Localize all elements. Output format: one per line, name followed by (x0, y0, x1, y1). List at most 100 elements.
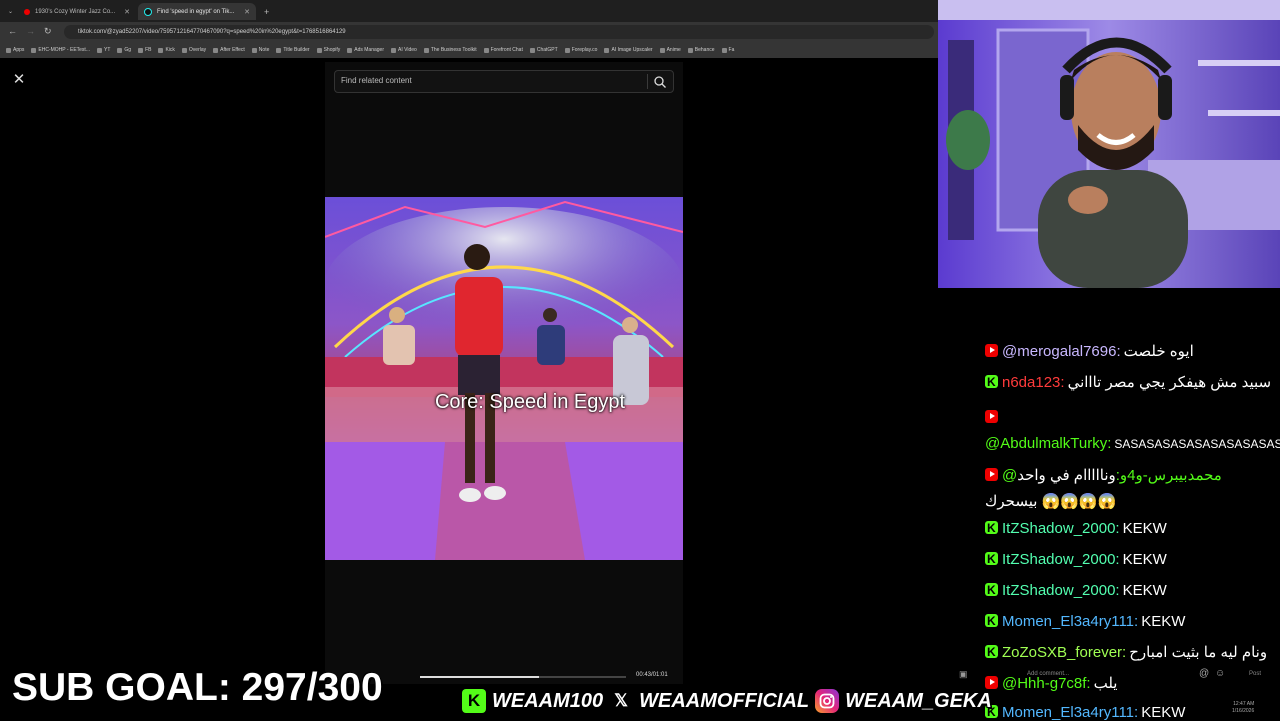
bookmark-item[interactable]: YT (97, 47, 110, 53)
taskbar-time: 12:47 AM (1233, 701, 1255, 707)
bookmark-label: Title Builder (283, 47, 310, 53)
mention-icon[interactable]: @ (1199, 668, 1209, 679)
bookmark-favicon-icon (347, 47, 353, 53)
bookmark-item[interactable]: AI Video (391, 47, 417, 53)
bookmark-label: Ads Manager (354, 47, 385, 53)
video-timecode: 00:43/01:01 (636, 672, 668, 678)
tab-list-button[interactable]: ⌄ (2, 3, 16, 20)
x-icon: 𝕏 (609, 689, 634, 713)
chat-username: ItZShadow_2000: (1002, 582, 1120, 599)
bookmark-item[interactable]: Gg (117, 47, 131, 53)
bookmark-item[interactable]: FB (138, 47, 151, 53)
bookmarks-bar: Apps EHC-MOHP - EETest... YT Gg FB Kick Overla… (0, 42, 940, 58)
bookmark-item[interactable]: The Business Toolkit (423, 47, 477, 53)
chat-text: SASASASASASASASASASASASASA (1114, 437, 1280, 451)
chat-text: ونام ليه ما بثيت امبارح (1129, 644, 1268, 661)
bookmark-label: EHC-MOHP - EETest... (38, 47, 90, 53)
instagram-icon (815, 689, 840, 713)
bookmark-item[interactable]: Behance (687, 47, 715, 53)
chat-username: n6da123: (1002, 374, 1065, 391)
bookmark-favicon-icon (138, 47, 144, 53)
bookmark-favicon-icon (158, 47, 164, 53)
chat-message: ItZShadow_2000:KEKW (985, 551, 1167, 568)
bookmark-item[interactable]: Kick (158, 47, 175, 53)
bookmark-item[interactable]: Fa (721, 47, 735, 53)
chat-message: ZoZoSXB_forever:ونام ليه ما بثيت امبارح (985, 644, 1267, 661)
youtube-icon (985, 468, 998, 481)
bookmark-label: YT (104, 47, 111, 53)
comment-bar: ▣ Add comment... @ ☺ Post (955, 666, 1280, 684)
bookmark-item[interactable]: Forefront Chat (483, 47, 523, 53)
bookmark-item[interactable]: Overlay (181, 47, 207, 53)
tab-bar: ⌄ 1930's Cozy Winter Jazz Co... ✕ Find '… (0, 0, 940, 22)
chat-message: Momen_El3a4ry111:KEKW (985, 613, 1185, 630)
sub-goal-counter: SUB GOAL: 297/300 (12, 666, 383, 709)
bookmark-favicon-icon (316, 47, 322, 53)
chat-text: KEKW (1122, 582, 1167, 599)
bookmark-item[interactable]: After Effect (213, 47, 245, 53)
bookmark-label: Forefront Chat (490, 47, 523, 53)
chat-message: Momen_El3a4ry111:KEKW (985, 704, 1185, 721)
emoji-icon[interactable]: ☺ (1215, 668, 1225, 679)
close-button[interactable]: ✕ (10, 71, 28, 89)
bookmark-item[interactable]: Title Builder (276, 47, 310, 53)
bookmark-label: Overlay (188, 47, 207, 53)
bookmark-favicon-icon (117, 47, 123, 53)
new-tab-button[interactable]: + (258, 3, 272, 20)
kick-icon (985, 520, 998, 537)
tab-close-icon[interactable]: ✕ (244, 8, 250, 16)
bookmark-item[interactable]: ChatGPT (529, 47, 558, 53)
chat-username: @AbdulmalkTurky: (985, 435, 1112, 452)
bookmark-favicon-icon (6, 47, 11, 53)
chat-text: KEKW (1122, 551, 1167, 568)
bookmark-label: AI Image Upscaler (611, 47, 653, 53)
bookmark-label: Behance (694, 47, 715, 53)
instagram-handle: WEAAM_GEKA (845, 689, 992, 712)
kick-icon (985, 551, 998, 568)
tab-close-icon[interactable]: ✕ (124, 8, 130, 16)
bookmark-item[interactable]: Ads Manager (347, 47, 384, 53)
tab-tiktok-search[interactable]: Find 'speed in egypt' on Tik... ✕ (138, 3, 256, 20)
bookmark-label: After Effect (220, 47, 245, 53)
bookmark-item[interactable]: Anime (659, 47, 681, 53)
bookmark-favicon-icon (687, 47, 693, 53)
bookmark-label: FB (145, 47, 152, 53)
bookmark-item[interactable]: Apps (6, 47, 24, 53)
kick-icon (985, 374, 998, 391)
post-button[interactable]: Post (1249, 671, 1261, 677)
chat-username: Momen_El3a4ry111: (1002, 613, 1139, 630)
bookmark-item[interactable]: Foreplay.co (564, 47, 597, 53)
video-player[interactable] (325, 197, 683, 560)
kick-icon: K (462, 689, 486, 713)
video-caption: Core: Speed in Egypt (434, 391, 626, 413)
url-field[interactable]: tiktok.com/@zyad52207/video/759571216477… (64, 25, 934, 39)
tiktok-favicon-icon (144, 7, 152, 16)
comment-input[interactable]: Add comment... (1027, 671, 1069, 677)
bookmark-item[interactable]: Note (251, 47, 270, 53)
bookmark-favicon-icon (251, 47, 257, 53)
bookmark-label: Fa (728, 47, 735, 53)
taskbar-clock: 12:47 AM 1/16/2026 (1232, 701, 1254, 715)
bookmark-label: Note (258, 47, 270, 53)
bookmark-item[interactable]: Shopify (316, 47, 340, 53)
search-icon[interactable] (653, 75, 667, 89)
bookmark-favicon-icon (423, 47, 429, 53)
streamer-camera (938, 0, 1280, 288)
bookmark-label: ChatGPT (536, 47, 558, 53)
forward-icon[interactable]: → (26, 26, 35, 36)
gift-icon[interactable]: ▣ (959, 669, 968, 680)
kick-icon (985, 582, 998, 599)
youtube-icon (985, 410, 998, 423)
bookmark-item[interactable]: EHC-MOHP - EETest... (31, 47, 90, 53)
bookmark-label: The Business Toolkit (430, 47, 477, 53)
chat-text: KEKW (1141, 704, 1186, 721)
reload-icon[interactable]: ↻ (44, 26, 52, 37)
bookmark-favicon-icon (721, 47, 727, 53)
bookmark-favicon-icon (483, 47, 489, 53)
chat-text: ايوه خلصت (1123, 343, 1194, 360)
chat-username: @merogalal7696: (1002, 343, 1121, 360)
tab-jazz[interactable]: 1930's Cozy Winter Jazz Co... ✕ (18, 3, 136, 20)
back-icon[interactable]: ← (8, 26, 17, 36)
bookmark-item[interactable]: AI Image Upscaler (604, 47, 653, 53)
bookmark-favicon-icon (391, 47, 397, 53)
